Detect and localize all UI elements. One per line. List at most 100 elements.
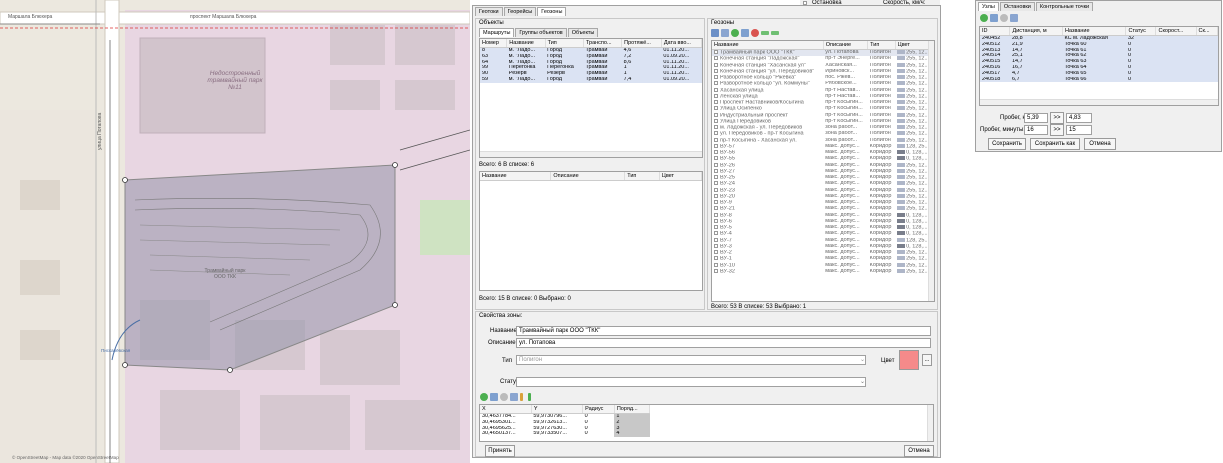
zone-status-select[interactable]: [516, 377, 866, 387]
tab-stops[interactable]: Остановки: [999, 2, 1035, 11]
geozone-visibility-checkbox[interactable]: [714, 106, 718, 111]
route-zones-column-header[interactable]: Тип: [624, 172, 660, 181]
routes-column-header[interactable]: Номер: [480, 39, 508, 48]
geozone-visibility-checkbox[interactable]: [714, 250, 718, 254]
coords-vscroll[interactable]: [927, 405, 933, 441]
polygon-vertex[interactable]: [122, 177, 128, 183]
nodes-column-header[interactable]: Статус: [1125, 27, 1157, 36]
add-point-icon[interactable]: [480, 393, 488, 401]
geozone-visibility-checkbox[interactable]: [714, 81, 718, 86]
edit-node-icon[interactable]: [990, 14, 998, 22]
zone-type-select[interactable]: Полигон: [516, 355, 866, 365]
min-copy-button[interactable]: >>: [1050, 124, 1064, 136]
delete-node-icon[interactable]: [1000, 14, 1008, 22]
routes-table[interactable]: Номер Название Тип Транспо... Протяжё... Дата…: [479, 38, 703, 158]
tab-control-points[interactable]: Контрольные точки: [1035, 2, 1094, 11]
geozone-visibility-checkbox[interactable]: [714, 150, 718, 154]
geozone-visibility-checkbox[interactable]: [714, 181, 718, 186]
geozones-table[interactable]: Название Описание Тип Цвет Трамвайный парк …: [711, 40, 935, 302]
import-icon[interactable]: [761, 31, 769, 35]
polygon-vertex[interactable]: [392, 302, 398, 308]
geozone-visibility-checkbox[interactable]: [714, 143, 718, 148]
km-copy-button[interactable]: >>: [1050, 112, 1064, 124]
move-down-icon[interactable]: [528, 393, 531, 401]
routes-table-row[interactable]: 59 м. "Ладо... Город Трамваи 7,4 01.09.20...: [480, 76, 702, 83]
save-button[interactable]: Сохранить: [988, 138, 1026, 150]
geozone-visibility-checkbox[interactable]: [714, 156, 718, 161]
km-to-input[interactable]: 4,83: [1066, 113, 1092, 123]
zone-cancel-button[interactable]: Отмена: [904, 445, 934, 457]
geozone-visibility-checkbox[interactable]: [714, 168, 718, 173]
polygon-vertex[interactable]: [392, 162, 398, 168]
map-view[interactable]: Маршала Блюхера проспект Маршала Блюхера…: [0, 0, 470, 463]
geozone-visibility-checkbox[interactable]: [714, 112, 718, 117]
geozone-visibility-checkbox[interactable]: [714, 75, 718, 79]
route-zones-table[interactable]: Название Описание Тип Цвет: [479, 171, 703, 291]
geozone-visibility-checkbox[interactable]: [714, 68, 718, 73]
route-zones-column-header[interactable]: Описание: [550, 172, 626, 181]
zone-name-input[interactable]: Трамвайный парк ООО "ТКК": [516, 326, 931, 336]
nodes-column-header[interactable]: Скорост...: [1155, 27, 1197, 36]
tab-routes[interactable]: Маршруты: [479, 28, 515, 37]
routes-column-header[interactable]: Транспо...: [583, 39, 623, 48]
geozones-vscroll[interactable]: [928, 41, 934, 301]
open-icon[interactable]: [711, 29, 719, 37]
geozone-visibility-checkbox[interactable]: [714, 200, 718, 204]
coords-column-header[interactable]: Y: [531, 405, 584, 414]
geozone-visibility-checkbox[interactable]: [714, 225, 718, 229]
export-icon[interactable]: [771, 31, 779, 35]
coords-table[interactable]: X Y Радиус Поряд... 30,4637784... 59,9730796…: [479, 404, 934, 442]
min-to-input[interactable]: 15: [1066, 125, 1092, 135]
geozone-visibility-checkbox[interactable]: [714, 206, 718, 211]
geozone-visibility-checkbox[interactable]: [714, 62, 718, 67]
geozone-visibility-checkbox[interactable]: [714, 256, 718, 261]
geozone-visibility-checkbox[interactable]: [714, 212, 718, 217]
geozone-visibility-checkbox[interactable]: [714, 243, 718, 248]
routes-column-header[interactable]: Протяжё...: [621, 39, 662, 48]
delete-icon[interactable]: [751, 29, 759, 37]
copy-point-icon[interactable]: [510, 393, 518, 401]
copy-icon[interactable]: [741, 29, 749, 37]
edit-icon[interactable]: [721, 29, 729, 37]
nodes-hscroll[interactable]: [980, 99, 1218, 105]
zone-desc-input[interactable]: ул. Потапова: [516, 338, 931, 348]
move-up-icon[interactable]: [520, 393, 523, 401]
delete-point-icon[interactable]: [500, 393, 508, 401]
geozone-visibility-checkbox[interactable]: [714, 137, 718, 142]
tab-nodes[interactable]: Узлы: [978, 2, 999, 11]
route-zones-column-header[interactable]: Название: [480, 172, 552, 181]
tab-georoutes[interactable]: Георейсы: [503, 7, 537, 16]
add-icon[interactable]: [731, 29, 739, 37]
nodes-column-header[interactable]: Дистанция, м: [1009, 27, 1063, 36]
geozone-visibility-checkbox[interactable]: [714, 175, 718, 179]
geozone-visibility-checkbox[interactable]: [714, 187, 718, 192]
polygon-vertex[interactable]: [122, 362, 128, 368]
geozone-visibility-checkbox[interactable]: [714, 231, 718, 236]
min-from-input[interactable]: 16: [1024, 125, 1048, 135]
edit-point-icon[interactable]: [490, 393, 498, 401]
geozone-visibility-checkbox[interactable]: [714, 56, 718, 61]
geozone-visibility-checkbox[interactable]: [714, 268, 718, 273]
geozones-table-row[interactable]: ВУ-32 макс. допус... Коридор 255, 12...: [712, 268, 934, 275]
geozone-visibility-checkbox[interactable]: [714, 162, 718, 167]
tab-geozones[interactable]: Геозоны: [537, 7, 567, 16]
accept-button[interactable]: Принять: [485, 445, 515, 457]
routes-column-header[interactable]: Название: [506, 39, 546, 48]
geozones-column-header[interactable]: Название: [712, 41, 824, 50]
km-from-input[interactable]: 5,39: [1024, 113, 1048, 123]
zone-color-swatch[interactable]: [899, 350, 919, 370]
copy-node-icon[interactable]: [1010, 14, 1018, 22]
nodes-table[interactable]: ID Дистанция, м Название Статус Скорост... Ск…: [979, 26, 1219, 106]
nodes-column-header[interactable]: Название: [1062, 27, 1127, 36]
zone-color-button[interactable]: ...: [922, 354, 932, 366]
geozones-table-row[interactable]: Трамвайный парк ООО "ТКК" ул. Потапова Пол…: [712, 49, 934, 57]
geozone-visibility-checkbox[interactable]: [714, 131, 718, 136]
geozones-column-header[interactable]: Тип: [867, 41, 896, 50]
nodes-column-header[interactable]: ID: [980, 27, 1011, 36]
coords-column-header[interactable]: Радиус: [582, 405, 615, 414]
geozone-visibility-checkbox[interactable]: [714, 50, 718, 54]
polygon-vertex[interactable]: [227, 367, 233, 373]
routes-hscroll[interactable]: [480, 151, 702, 157]
tab-geotracks[interactable]: Геотоки: [475, 7, 503, 16]
geozone-visibility-checkbox[interactable]: [714, 100, 718, 104]
